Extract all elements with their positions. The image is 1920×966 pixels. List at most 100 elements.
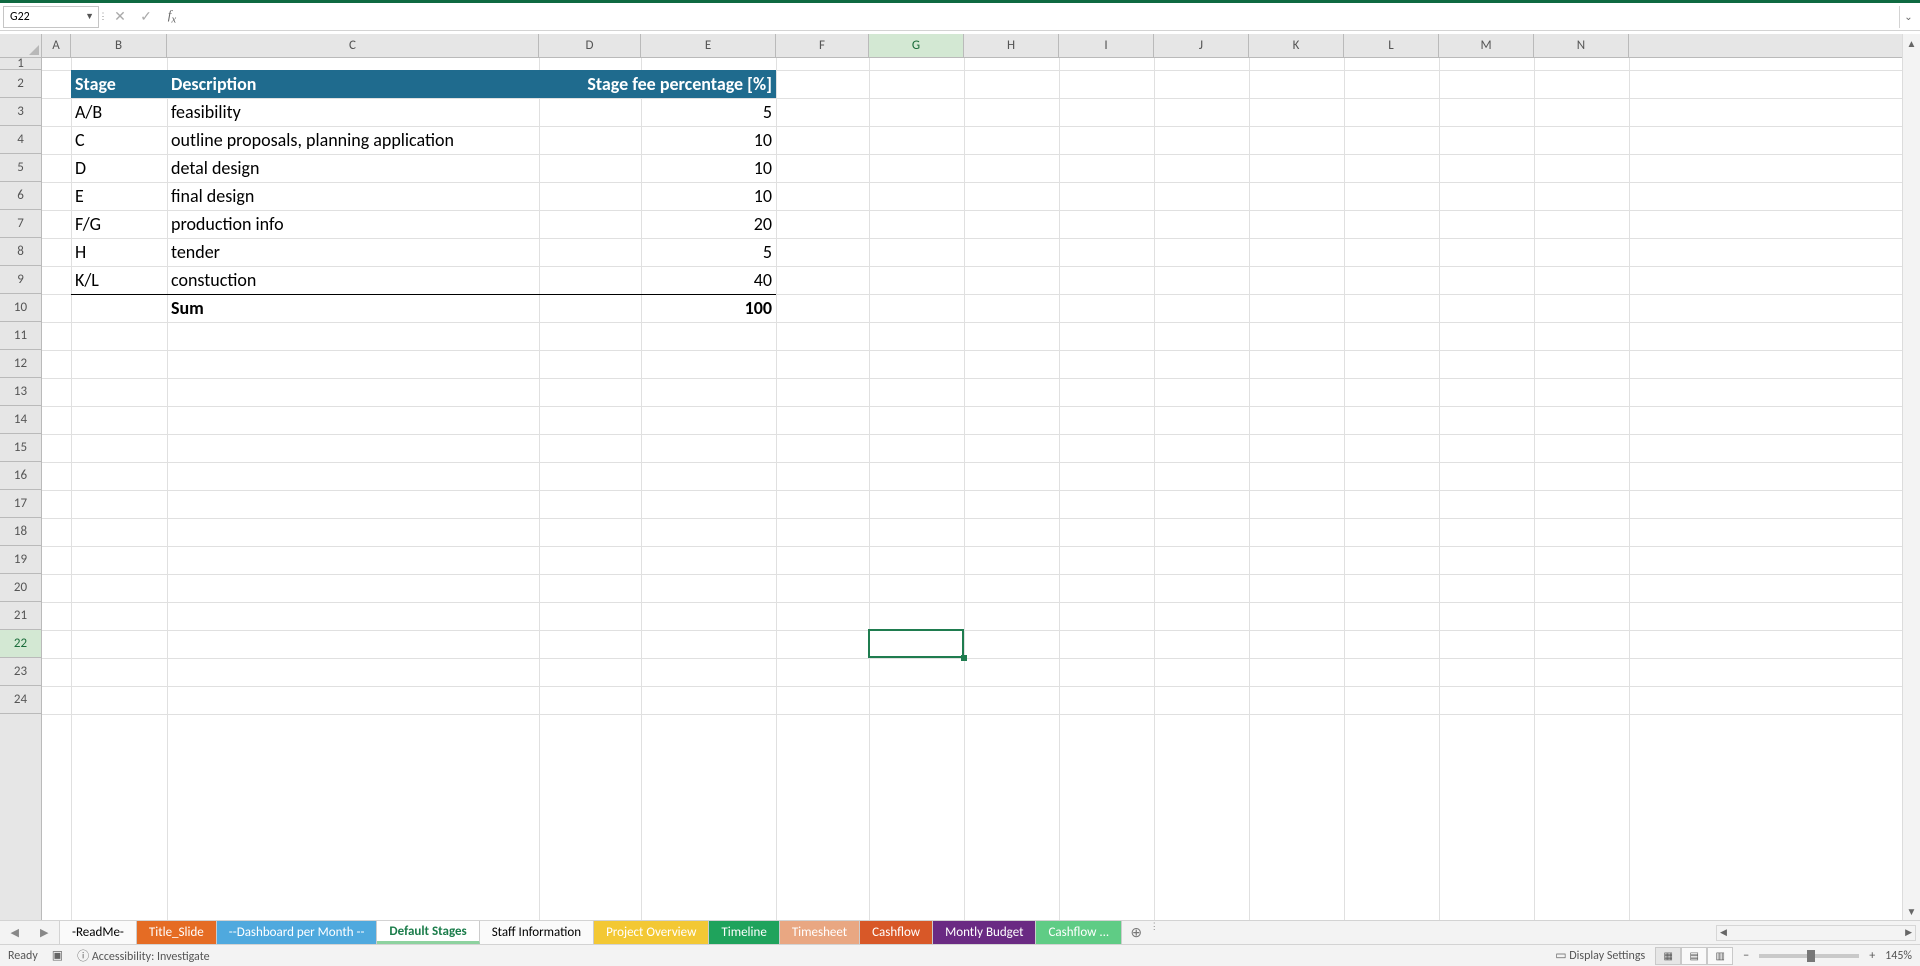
display-settings-button[interactable]: ▭ Display Settings: [1555, 948, 1645, 963]
row-header[interactable]: 5: [0, 154, 41, 182]
macro-record-icon[interactable]: ▣: [52, 948, 63, 963]
row-header[interactable]: 4: [0, 126, 41, 154]
cell-stage[interactable]: A/B: [71, 98, 167, 126]
row-header[interactable]: 21: [0, 602, 41, 630]
cell-fee[interactable]: 10: [641, 182, 776, 210]
column-header[interactable]: J: [1154, 34, 1249, 57]
column-header[interactable]: N: [1534, 34, 1629, 57]
cell-fee[interactable]: 20: [641, 210, 776, 238]
row-header[interactable]: 14: [0, 406, 41, 434]
chevron-down-icon[interactable]: ▼: [85, 11, 94, 22]
tab-prev-icon[interactable]: ◀: [11, 926, 19, 939]
fill-handle[interactable]: [961, 655, 967, 661]
cell-stage[interactable]: D: [71, 154, 167, 182]
column-header[interactable]: C: [167, 34, 539, 57]
cell-stage[interactable]: C: [71, 126, 167, 154]
column-header[interactable]: L: [1344, 34, 1439, 57]
cell-fee[interactable]: 40: [641, 266, 776, 294]
row-header[interactable]: 15: [0, 434, 41, 462]
cell-description[interactable]: final design: [167, 182, 539, 210]
zoom-thumb[interactable]: [1807, 950, 1815, 962]
zoom-level[interactable]: 145%: [1885, 949, 1912, 963]
sheet-tab[interactable]: Title_Slide: [137, 921, 217, 944]
cell-sum-value[interactable]: 100: [641, 294, 776, 322]
row-header[interactable]: 6: [0, 182, 41, 210]
cell-description[interactable]: outline proposals, planning application: [167, 126, 539, 154]
scroll-left-icon[interactable]: ◀: [1717, 927, 1730, 938]
tab-next-icon[interactable]: ▶: [40, 926, 48, 939]
vertical-scrollbar[interactable]: ▲ ▼: [1902, 34, 1920, 920]
cell-stage[interactable]: E: [71, 182, 167, 210]
scroll-right-icon[interactable]: ▶: [1902, 927, 1915, 938]
sheet-tab[interactable]: --Dashboard per Month --: [217, 921, 378, 944]
page-layout-view-button[interactable]: ▤: [1681, 947, 1707, 965]
sheet-tab[interactable]: Default Stages: [377, 921, 479, 944]
row-header[interactable]: 10: [0, 294, 41, 322]
cell-fee[interactable]: 5: [641, 98, 776, 126]
zoom-out-button[interactable]: −: [1743, 949, 1749, 963]
horizontal-scrollbar[interactable]: ◀ ▶: [1716, 925, 1916, 941]
row-header[interactable]: 19: [0, 546, 41, 574]
cell-stage[interactable]: K/L: [71, 266, 167, 294]
cell-description[interactable]: tender: [167, 238, 539, 266]
cell-fee[interactable]: 10: [641, 154, 776, 182]
selected-cell[interactable]: [868, 629, 964, 658]
column-header[interactable]: E: [641, 34, 776, 57]
expand-formula-bar-icon[interactable]: ⌄: [1899, 6, 1917, 28]
cell-stage[interactable]: H: [71, 238, 167, 266]
header-stage[interactable]: Stage: [71, 70, 167, 98]
column-header[interactable]: F: [776, 34, 869, 57]
sheet-tab[interactable]: Timesheet: [780, 921, 860, 944]
sheet-tab[interactable]: Cashflow ...: [1036, 921, 1122, 944]
sheet-tab[interactable]: -ReadMe-: [60, 921, 137, 944]
cell-stage[interactable]: F/G: [71, 210, 167, 238]
confirm-formula-button[interactable]: ✓: [133, 6, 159, 28]
sheet-tab[interactable]: Montly Budget: [933, 921, 1036, 944]
sheet-tab[interactable]: Staff Information: [480, 921, 594, 944]
row-header[interactable]: 3: [0, 98, 41, 126]
page-break-view-button[interactable]: ▥: [1707, 947, 1733, 965]
row-header[interactable]: 18: [0, 518, 41, 546]
sheet-tab[interactable]: Cashflow: [860, 921, 933, 944]
header-fee[interactable]: Stage fee percentage [%]: [539, 70, 776, 98]
row-header[interactable]: 9: [0, 266, 41, 294]
cancel-formula-button[interactable]: ✕: [107, 6, 133, 28]
column-header[interactable]: K: [1249, 34, 1344, 57]
cell-description[interactable]: detal design: [167, 154, 539, 182]
formula-input[interactable]: [185, 6, 1899, 28]
row-header[interactable]: 8: [0, 238, 41, 266]
row-header[interactable]: 22: [0, 630, 41, 658]
sheet-tab[interactable]: Project Overview: [594, 921, 709, 944]
zoom-slider[interactable]: [1759, 954, 1859, 958]
header-description[interactable]: Description: [167, 70, 539, 98]
cell-fee[interactable]: 10: [641, 126, 776, 154]
zoom-in-button[interactable]: +: [1869, 949, 1875, 963]
select-all-button[interactable]: [0, 34, 42, 58]
row-header[interactable]: 12: [0, 350, 41, 378]
cells-area[interactable]: StageDescriptionStage fee percentage [%]…: [42, 58, 1902, 920]
cell-fee[interactable]: 5: [641, 238, 776, 266]
cell-description[interactable]: constuction: [167, 266, 539, 294]
column-header[interactable]: B: [71, 34, 167, 57]
row-header[interactable]: 16: [0, 462, 41, 490]
cell-description[interactable]: production info: [167, 210, 539, 238]
accessibility-status[interactable]: ⓘ Accessibility: Investigate: [77, 947, 209, 964]
row-header[interactable]: 20: [0, 574, 41, 602]
column-header[interactable]: I: [1059, 34, 1154, 57]
column-header[interactable]: M: [1439, 34, 1534, 57]
name-box[interactable]: G22 ▼: [3, 6, 99, 28]
row-header[interactable]: 11: [0, 322, 41, 350]
column-header[interactable]: A: [42, 34, 71, 57]
row-header[interactable]: 13: [0, 378, 41, 406]
scroll-up-icon[interactable]: ▲: [1903, 34, 1920, 52]
column-header[interactable]: G: [869, 34, 964, 57]
cell-sum-label[interactable]: Sum: [167, 294, 539, 322]
sheet-tab[interactable]: Timeline: [709, 921, 779, 944]
cell-description[interactable]: feasibility: [167, 98, 539, 126]
row-header[interactable]: 2: [0, 70, 41, 98]
row-header[interactable]: 7: [0, 210, 41, 238]
row-header[interactable]: 24: [0, 686, 41, 714]
fx-icon[interactable]: fx: [159, 6, 185, 28]
row-header[interactable]: 23: [0, 658, 41, 686]
row-header[interactable]: 17: [0, 490, 41, 518]
